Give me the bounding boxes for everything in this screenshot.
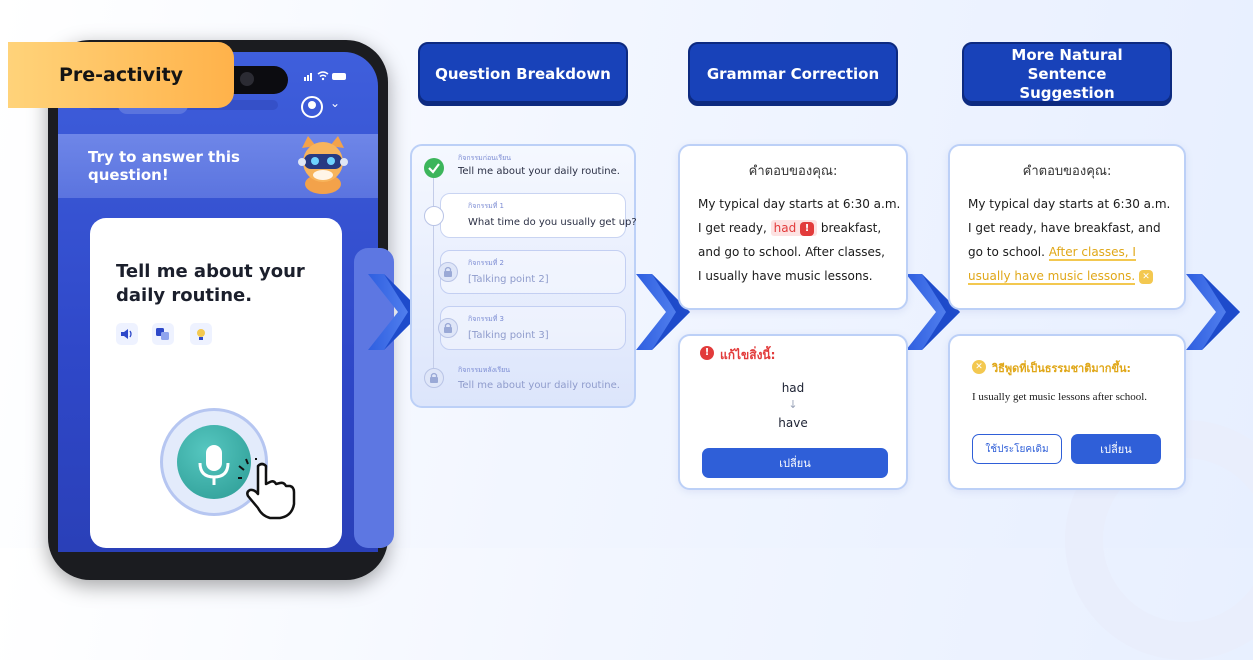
step-label: กิจกรรมก่อนเรียน <box>458 154 511 162</box>
answer-text: My typical day starts at 6:30 a.m. I get… <box>698 192 908 288</box>
wrong-word: had <box>781 381 805 395</box>
answer-line: usually have music lessons. ✕ <box>968 264 1183 288</box>
question-breakdown-header: Question Breakdown <box>418 42 628 106</box>
answer-fragment: breakfast, <box>820 221 882 235</box>
mascot-cat-robot-icon <box>298 136 348 194</box>
suggestion-text: I usually get music lessons after school… <box>972 391 1148 403</box>
prompt-text: Try to answer this question! <box>88 148 240 184</box>
corrected-word: have <box>778 416 808 430</box>
error-icon: ! <box>800 221 815 236</box>
profile-avatar[interactable] <box>301 96 323 118</box>
suggestion-card <box>948 334 1186 490</box>
answer-heading: คำตอบของคุณ: <box>1022 164 1112 179</box>
error-word: had <box>773 221 797 235</box>
grammar-error-word[interactable]: had ! <box>770 220 818 236</box>
chevron-down-icon[interactable]: ⌄ <box>330 96 340 110</box>
step-3-card <box>440 306 626 350</box>
suggestion-heading: วิธีพูดที่เป็นธรรมชาติมากขึ้น: <box>992 362 1131 375</box>
step-label: กิจกรรมหลังเรียน <box>458 366 511 374</box>
lock-icon <box>424 368 444 388</box>
correction-heading: แก้ไขสิ่งนี้: <box>720 348 776 362</box>
answer-line: My typical day starts at 6:30 a.m. <box>698 197 901 211</box>
pre-activity-tag: Pre-activity <box>8 42 234 108</box>
answer-line: I get ready, have breakfast, and <box>968 221 1161 235</box>
change-button[interactable]: เปลี่ยน <box>1071 434 1161 464</box>
step-text: [Talking point 3] <box>468 330 549 341</box>
step-text: What time do you usually get up? <box>468 217 637 228</box>
speaker-icon[interactable] <box>116 323 138 345</box>
suggestion-highlight[interactable]: After classes, I <box>1048 245 1136 261</box>
answer-fragment: go to school. <box>968 245 1045 259</box>
answer-text: My typical day starts at 6:30 a.m. I get… <box>968 192 1183 288</box>
change-button[interactable]: เปลี่ยน <box>702 448 888 478</box>
step-2-card <box>440 250 626 294</box>
signal-wifi-battery-icon <box>304 71 346 81</box>
answer-line: go to school. After classes, I <box>968 240 1183 264</box>
pre-activity-label: Pre-activity <box>58 64 184 86</box>
question-text: Tell me about your daily routine. <box>116 261 305 306</box>
step-label: กิจกรรมที่ 3 <box>468 315 505 323</box>
grammar-correction-header: Grammar Correction <box>688 42 898 106</box>
answer-line: I get ready, had ! breakfast, <box>698 216 908 240</box>
answer-line: I usually have music lessons. <box>698 269 873 283</box>
step-text: [Talking point 2] <box>468 274 549 285</box>
tap-hand-icon <box>238 458 296 520</box>
lock-icon <box>438 262 458 282</box>
step-label: กิจกรรมที่ 1 <box>468 202 505 210</box>
step-label: กิจกรรมที่ 2 <box>468 259 505 267</box>
step-text: Tell me about your daily routine. <box>458 166 620 177</box>
keep-original-button[interactable]: ใช้ประโยคเดิม <box>972 434 1062 464</box>
flow-arrow-icon <box>1186 274 1240 350</box>
lock-icon <box>438 318 458 338</box>
check-icon <box>424 158 444 178</box>
alert-icon: ! <box>700 346 714 360</box>
translate-icon[interactable] <box>152 323 174 345</box>
suggestion-highlight[interactable]: usually have music lessons. <box>968 269 1136 285</box>
hint-lightbulb-icon[interactable] <box>190 323 212 345</box>
answer-heading: คำตอบของคุณ: <box>748 164 838 179</box>
suggestion-icon: ✕ <box>972 360 986 374</box>
status-icons <box>304 70 348 85</box>
step-text: Tell me about your daily routine. <box>458 380 620 391</box>
answer-line: My typical day starts at 6:30 a.m. <box>968 197 1171 211</box>
answer-line: and go to school. After classes, <box>698 245 885 259</box>
arrow-down-icon: ↓ <box>788 398 798 411</box>
suggestion-icon: ✕ <box>1139 269 1154 284</box>
camera-icon <box>240 72 254 86</box>
step-1-node <box>424 206 444 226</box>
natural-sentence-header: More Natural Sentence Suggestion <box>962 42 1172 106</box>
answer-fragment: I get ready, <box>698 221 767 235</box>
step-1-card[interactable] <box>440 193 626 238</box>
